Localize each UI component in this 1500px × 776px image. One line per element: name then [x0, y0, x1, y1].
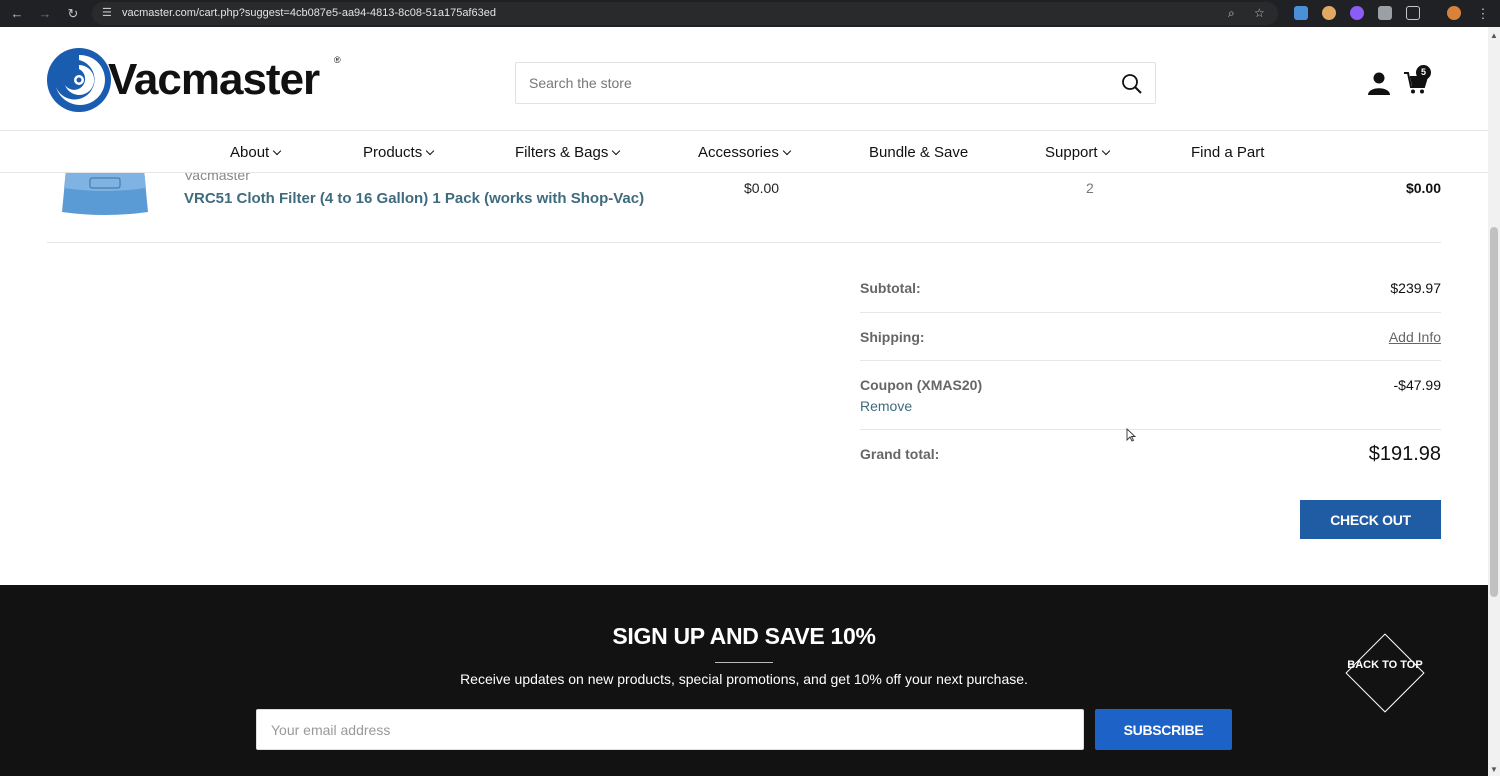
product-quantity[interactable]: 2 — [1086, 180, 1094, 196]
shipping-add-info-link[interactable]: Add Info — [1389, 329, 1441, 345]
totals-divider — [860, 312, 1441, 313]
browser-toolbar: ← → ↻ ☰ vacmaster.com/cart.php?suggest=4… — [0, 0, 1500, 27]
zoom-icon[interactable]: ⌕ — [1228, 6, 1235, 21]
product-line-total: $0.00 — [1405, 180, 1441, 196]
extension-folder-icon[interactable] — [1294, 6, 1308, 20]
nav-item-filters-bags[interactable]: Filters & Bags — [515, 144, 621, 161]
product-thumbnail[interactable] — [60, 168, 150, 216]
extensions-puzzle-icon[interactable] — [1406, 6, 1420, 20]
checkout-button[interactable]: CHECK OUT — [1300, 500, 1441, 539]
nav-item-support[interactable]: Support — [1045, 144, 1110, 161]
chevron-down-icon — [782, 146, 792, 156]
forward-icon[interactable]: → — [36, 5, 54, 23]
nav-label: Find a Part — [1191, 144, 1265, 161]
extension-icon[interactable] — [1322, 6, 1336, 20]
nav-item-find-a-part[interactable]: Find a Part — [1191, 144, 1264, 161]
chevron-down-icon — [425, 146, 435, 156]
shipping-label: Shipping: — [860, 329, 925, 345]
nav-label: Products — [363, 144, 423, 161]
chevron-down-icon — [1101, 146, 1110, 156]
grand-total-value: $191.98 — [1368, 443, 1441, 465]
chevron-down-icon — [612, 146, 621, 156]
main-nav: About Products Filters & Bags Accessorie… — [0, 130, 1488, 173]
bookmark-star-icon[interactable]: ☆ — [1254, 6, 1265, 20]
search-input[interactable] — [516, 63, 1106, 103]
nav-item-about[interactable]: About — [230, 144, 282, 161]
nav-label: Filters & Bags — [515, 144, 609, 161]
extension-icon[interactable] — [1350, 6, 1364, 20]
address-bar[interactable]: ☰ vacmaster.com/cart.php?suggest=4cb087e… — [92, 2, 1278, 25]
signup-description: Receive updates on new products, special… — [460, 671, 1028, 687]
newsletter-footer: SIGN UP AND SAVE 10% Receive updates on … — [0, 585, 1488, 776]
nav-item-accessories[interactable]: Accessories — [698, 144, 792, 161]
row-divider — [47, 242, 1441, 243]
scroll-down-arrow-icon[interactable]: ▼ — [1490, 765, 1498, 774]
signup-heading: SIGN UP AND SAVE 10% — [612, 623, 876, 649]
totals-divider — [860, 360, 1441, 361]
nav-item-products[interactable]: Products — [363, 144, 435, 161]
nav-label: Bundle & Save — [869, 144, 969, 161]
url-text[interactable]: vacmaster.com/cart.php?suggest=4cb087e5-… — [122, 7, 496, 19]
nav-label: Accessories — [698, 144, 779, 161]
totals-divider — [860, 429, 1441, 430]
coupon-remove-link[interactable]: Remove — [860, 398, 912, 414]
page-scrollbar[interactable]: ▲ ▼ — [1488, 27, 1500, 776]
chevron-down-icon — [272, 146, 282, 156]
nav-label: Support — [1045, 144, 1098, 161]
subtotal-label: Subtotal: — [860, 280, 921, 296]
grand-total-label: Grand total: — [860, 446, 940, 462]
subscribe-button[interactable]: SUBSCRIBE — [1095, 709, 1232, 750]
site-header: Vacmaster ® 5 — [0, 27, 1488, 130]
product-price: $0.00 — [744, 180, 780, 196]
logo-wordmark: Vacmaster — [108, 55, 320, 104]
subtotal-value: $239.97 — [1390, 280, 1441, 296]
reload-icon[interactable]: ↻ — [64, 5, 82, 23]
coupon-label: Coupon (XMAS20) — [860, 377, 983, 393]
search-bar — [515, 62, 1156, 104]
scrollbar-thumb[interactable] — [1490, 227, 1498, 597]
email-input[interactable] — [256, 709, 1084, 750]
back-to-top-label: BACK TO TOP — [1347, 659, 1423, 671]
shield-extension-icon[interactable] — [1378, 6, 1392, 20]
profile-avatar-icon[interactable] — [1447, 6, 1461, 20]
scroll-up-arrow-icon[interactable]: ▲ — [1490, 31, 1498, 40]
back-to-top-diamond — [1345, 633, 1425, 713]
signup-divider — [715, 662, 773, 663]
nav-item-bundle-save[interactable]: Bundle & Save — [869, 144, 968, 161]
back-icon[interactable]: ← — [8, 5, 26, 23]
cart-count-badge: 5 — [1416, 65, 1431, 80]
logo-registered-mark: ® — [334, 55, 341, 65]
search-icon[interactable] — [1121, 73, 1143, 95]
coupon-value: -$47.99 — [1393, 377, 1441, 393]
back-to-top-button[interactable]: BACK TO TOP — [1345, 633, 1425, 713]
account-icon[interactable] — [1367, 71, 1391, 95]
site-info-icon[interactable]: ☰ — [102, 6, 116, 20]
logo-swirl-icon — [47, 48, 111, 112]
browser-menu-icon[interactable]: ⋮ — [1474, 5, 1492, 23]
mouse-cursor-icon — [1126, 428, 1136, 442]
nav-label: About — [230, 144, 270, 161]
vacmaster-logo[interactable]: Vacmaster ® — [46, 47, 346, 115]
product-title-link[interactable]: VRC51 Cloth Filter (4 to 16 Gallon) 1 Pa… — [184, 190, 644, 207]
